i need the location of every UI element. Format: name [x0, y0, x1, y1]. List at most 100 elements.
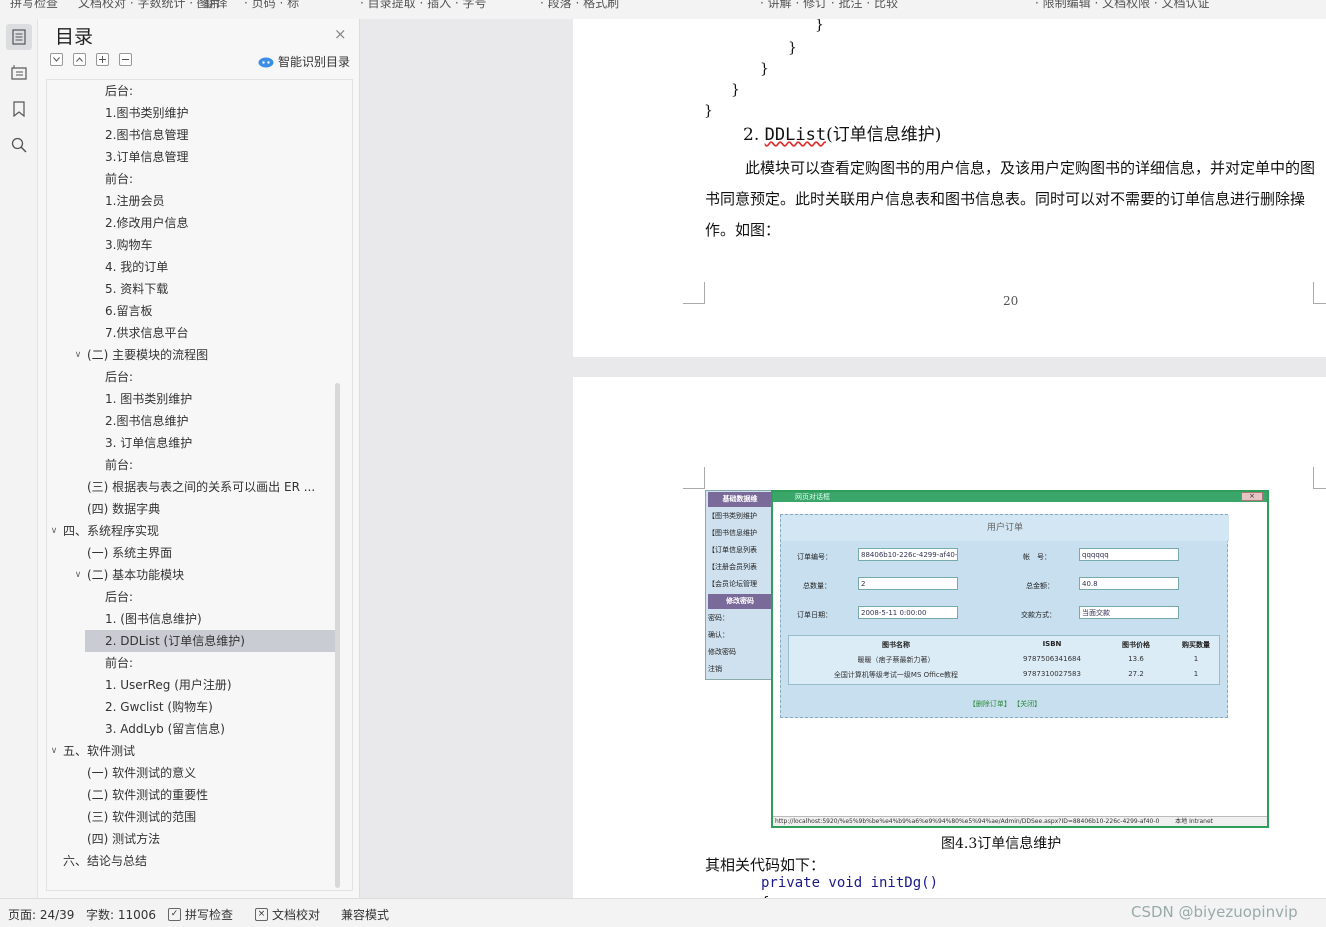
toc-item[interactable]: ∨ (二) 主要模块的流程图: [47, 344, 342, 366]
toc-item[interactable]: 6.留言板: [47, 300, 342, 322]
ribbon-item[interactable]: · 限制编辑 · 文档权限 · 文档认证: [1035, 0, 1210, 11]
toc-item[interactable]: (一) 软件测试的意义: [47, 762, 342, 784]
toc-item[interactable]: 5. 资料下载: [47, 278, 342, 300]
chevron-down-icon[interactable]: ∨: [72, 564, 84, 586]
account-label: 帐 号：: [1023, 553, 1051, 561]
toc-item[interactable]: 2. DDList (订单信息维护): [85, 630, 335, 652]
remove-level-icon[interactable]: [119, 53, 132, 66]
close-icon[interactable]: ×: [334, 25, 347, 43]
toc-item[interactable]: 4. 我的订单: [47, 256, 342, 278]
page-number: 20: [1003, 294, 1019, 308]
toc-item[interactable]: ∨ 四、系统程序实现: [47, 520, 342, 542]
ribbon-item[interactable]: · 目录提取 · 插入 · 字号: [360, 0, 487, 11]
toc-list: 后台: 1.图书类别维护 2.图书信息管理 3.订单信息管理 前台: 1.注册会员 2.修改…: [46, 79, 353, 891]
ribbon-item[interactable]: · 翻译: [196, 0, 228, 11]
toc-item[interactable]: 前台:: [47, 454, 342, 476]
toc-item-label: 前台:: [105, 172, 134, 186]
table-cell: 1: [1193, 655, 1199, 663]
page-corner-mark: [683, 467, 705, 489]
toc-item[interactable]: 2.修改用户信息: [47, 212, 342, 234]
dialog-window: 网页对话框 × 用户订单 订单编号： 88406b10-226c-4299-af…: [771, 490, 1269, 828]
toc-item[interactable]: 2.图书信息管理: [47, 124, 342, 146]
date-label: 订单日期：: [797, 611, 832, 619]
page-corner-mark: [1313, 467, 1326, 489]
menu-header: 基础数据维: [708, 492, 772, 507]
toc-item[interactable]: 3. 订单信息维护: [47, 432, 342, 454]
toc-item[interactable]: 3.购物车: [47, 234, 342, 256]
pay-label: 交款方式：: [1021, 611, 1056, 619]
figure-caption: 图4.3订单信息维护: [941, 836, 1062, 852]
chevron-down-icon[interactable]: ∨: [48, 520, 60, 542]
browser-status-line: http://localhost:5920/%e5%9b%be%e4%b9%a6…: [773, 816, 1267, 826]
page-indicator[interactable]: 页面: 24/39: [8, 906, 74, 923]
toc-item-label: 后台:: [105, 370, 134, 384]
toc-item[interactable]: 1. (图书信息维护): [47, 608, 342, 630]
chevron-down-icon[interactable]: ∨: [72, 344, 84, 366]
toc-item[interactable]: 1.图书类别维护: [47, 102, 342, 124]
table-cell: 27.2: [1128, 670, 1144, 678]
ribbon-item[interactable]: · 段落 · 格式刷: [540, 0, 619, 11]
document-page-21: 基础数据维 【图书类别维护 【图书信息维护 【订单信息列表 【注册会员列表 【会员论坛管理…: [573, 377, 1326, 898]
order-no-label: 订单编号：: [797, 553, 832, 561]
toc-item[interactable]: 2. Gwclist (购物车): [47, 696, 342, 718]
toc-item[interactable]: 前台:: [47, 168, 342, 190]
word-count[interactable]: 字数: 11006: [86, 906, 156, 923]
related-code-label: 其相关代码如下：: [705, 856, 826, 874]
chevron-down-icon[interactable]: ∨: [48, 740, 60, 762]
toc-item[interactable]: 1. 图书类别维护: [47, 388, 342, 410]
smart-toc-button[interactable]: 智能识别目录: [258, 53, 350, 70]
toc-item-label: 2.图书信息维护: [105, 414, 189, 428]
toc-item[interactable]: 后台:: [47, 366, 342, 388]
table-cell: 暖暖（痞子蔡最新力著）: [857, 656, 935, 664]
table-header: 图书名称: [882, 641, 910, 649]
heading-code: DDList: [764, 125, 827, 145]
toc-scrollbar[interactable]: [335, 383, 340, 888]
toc-item-label: (四) 数据字典: [87, 502, 161, 516]
collapse-all-icon[interactable]: [50, 53, 63, 66]
toc-item-label: 3.购物车: [105, 238, 153, 252]
toc-item[interactable]: (一) 系统主界面: [47, 542, 342, 564]
compat-mode[interactable]: 兼容模式: [341, 906, 389, 923]
proofread-button[interactable]: × 文档校对: [255, 906, 320, 923]
toc-item[interactable]: (三) 根据表与表之间的关系可以画出 ER ...: [47, 476, 342, 498]
toc-item[interactable]: (四) 测试方法: [47, 828, 342, 850]
toc-item[interactable]: 7.供求信息平台: [47, 322, 342, 344]
menu-item: 修改密码: [708, 648, 736, 656]
toc-item-label: 1.注册会员: [105, 194, 165, 208]
order-form: 用户订单 订单编号： 88406b10-226c-4299-af40-0 帐 号…: [780, 514, 1229, 718]
ribbon-item[interactable]: · 页码 · 标: [244, 0, 299, 11]
spell-check-button[interactable]: ✓ 拼写检查: [168, 906, 233, 923]
toc-item[interactable]: 3.订单信息管理: [47, 146, 342, 168]
toc-item-label: 后台:: [105, 84, 134, 98]
add-level-icon[interactable]: [96, 53, 109, 66]
toc-item[interactable]: 1.注册会员: [47, 190, 342, 212]
order-items-table: 图书名称 ISBN 图书价格 购买数量 暖暖（痞子蔡最新力著） 9787506341684…: [788, 635, 1220, 685]
toc-item[interactable]: (四) 数据字典: [47, 498, 342, 520]
bookmark-icon[interactable]: [6, 96, 32, 122]
ribbon-item[interactable]: · 讲解 · 修订 · 批注 · 比较: [760, 0, 898, 11]
toc-item[interactable]: ∨ (二) 基本功能模块: [47, 564, 342, 586]
expand-up-icon[interactable]: [73, 53, 86, 66]
toc-item[interactable]: ∨ 五、软件测试: [47, 740, 342, 762]
toc-item[interactable]: 前台:: [47, 652, 342, 674]
toc-item[interactable]: 1. UserReg (用户注册): [47, 674, 342, 696]
navigation-tree-icon[interactable]: [6, 59, 32, 85]
toc-item[interactable]: (二) 软件测试的重要性: [47, 784, 342, 806]
toc-item[interactable]: 六、结论与总结: [47, 850, 342, 872]
toc-item[interactable]: 3. AddLyb (留言信息): [47, 718, 342, 740]
toc-item[interactable]: (三) 软件测试的范围: [47, 806, 342, 828]
ribbon-item[interactable]: 拼写检查: [10, 0, 58, 11]
search-icon[interactable]: [6, 132, 32, 158]
table-header: 图书价格: [1122, 641, 1150, 649]
toc-item-label: 6.留言板: [105, 304, 153, 318]
ribbon-toolbar: 拼写检查 文档校对 · 字数统计 · 图片 · 翻译 · 页码 · 标 · 目录提取 ·…: [0, 0, 1326, 19]
toc-panel-icon[interactable]: [6, 24, 32, 50]
toc-item-label: 2.图书信息管理: [105, 128, 189, 142]
section-heading: 2. DDList(订单信息维护): [743, 120, 941, 145]
toc-item[interactable]: 后台:: [47, 586, 342, 608]
table-cell: 9787310027583: [1023, 670, 1081, 678]
page-corner-mark: [683, 282, 705, 304]
toc-item[interactable]: 后台:: [47, 80, 342, 102]
form-title: 用户订单: [781, 515, 1229, 541]
toc-item[interactable]: 2.图书信息维护: [47, 410, 342, 432]
